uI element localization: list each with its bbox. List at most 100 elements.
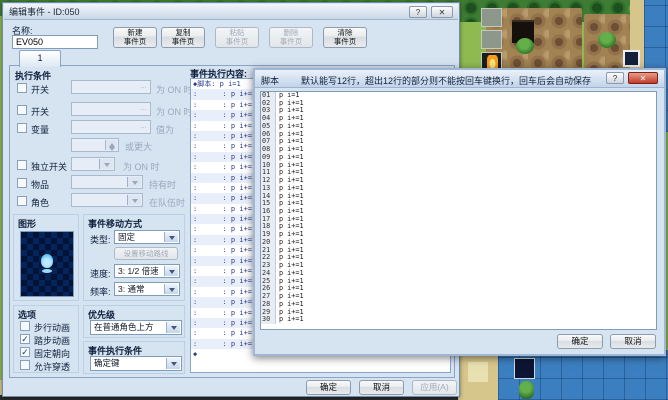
movement-speed-dropdown[interactable]: 3: 1/2 倍速 [114,264,180,278]
map-event-tile[interactable] [481,8,502,27]
variable-field[interactable]: ... [71,120,151,134]
script-line[interactable]: 11p i+=1 [261,169,656,177]
script-ok-button[interactable]: 确定 [557,334,603,349]
script-line[interactable]: 01p i=1 [261,92,656,100]
dialog-titlebar[interactable]: 编辑事件 - ID:050 [4,4,458,20]
actor-checkbox[interactable] [17,196,27,206]
script-line[interactable]: 22p i+=1 [261,254,656,262]
map-event-tile[interactable] [623,50,640,67]
script-cancel-button[interactable]: 取消 [610,334,656,349]
spinner-arrows-icon[interactable] [105,140,117,150]
help-button[interactable]: ? [409,6,427,18]
stepping-anim-checkbox[interactable]: ✓ [20,334,30,344]
switch2-checkbox[interactable] [17,105,27,115]
dialog-title: 编辑事件 - ID:050 [9,7,80,17]
direction-fix-checkbox[interactable]: ✓ [20,347,30,357]
script-line[interactable]: 15p i+=1 [261,200,656,208]
browse-icon[interactable]: ... [138,122,149,132]
tab-page-1[interactable]: 1 [19,50,61,67]
script-line[interactable]: 08p i+=1 [261,146,656,154]
item-label: 物品 [31,178,49,191]
script-line[interactable]: 26p i+=1 [261,285,656,293]
variable-value-spinner[interactable] [71,138,119,152]
script-line[interactable]: 29p i+=1 [261,309,656,317]
script-line[interactable]: 13p i+=1 [261,185,656,193]
script-line[interactable]: 20p i+=1 [261,239,656,247]
script-line[interactable]: 06p i+=1 [261,131,656,139]
copy-event-page-button[interactable]: 复制 事件页 [161,27,205,48]
script-line[interactable]: 03p i+=1 [261,107,656,115]
script-line[interactable]: 17p i+=1 [261,216,656,224]
sand-tile [468,362,488,382]
tree-icon [516,38,534,54]
script-line-text[interactable]: p i+=1 [276,316,304,324]
switch1-checkbox[interactable] [17,83,27,93]
ok-button[interactable]: 确定 [306,380,351,395]
graphic-group: 图形 [13,214,79,301]
browse-icon[interactable]: ... [138,104,149,114]
apply-button[interactable]: 应用(A) [412,380,457,395]
priority-group: 优先级 在普通角色上方 [83,305,185,338]
map-event-tile[interactable] [481,30,502,49]
new-event-page-button[interactable]: 新建 事件页 [113,27,157,48]
event-graphic-preview[interactable] [20,231,74,297]
help-button[interactable]: ? [606,72,624,84]
switch2-field[interactable]: ... [71,102,151,116]
switch1-field[interactable]: ... [71,80,151,94]
switch2-suffix: 为 ON 时 [156,105,193,118]
switch1-label: 开关 [31,83,49,96]
close-button[interactable]: ✕ [431,6,453,18]
self-switch-checkbox[interactable] [17,160,27,170]
script-dialog-titlebar[interactable]: 脚本 默认能写12行，超出12行的部分则不能按回车键换行，回车后会自动保存 [255,70,664,88]
trigger-dropdown[interactable]: 确定键 [90,356,182,371]
cancel-button[interactable]: 取消 [359,380,404,395]
script-line[interactable]: 30p i+=1 [261,316,656,324]
through-checkbox[interactable] [20,360,30,370]
check-icon: ✓ [21,347,29,357]
movement-type-dropdown[interactable]: 固定 [114,230,180,244]
delete-event-page-button[interactable]: 删除 事件页 [269,27,313,48]
walking-anim-checkbox[interactable] [20,321,30,331]
script-text-area[interactable]: 01p i=102p i+=103p i+=104p i+=105p i+=10… [260,91,657,330]
script-line[interactable]: 23p i+=1 [261,262,656,270]
close-icon: ✕ [640,74,647,83]
script-line[interactable]: 21p i+=1 [261,247,656,255]
clear-event-page-button[interactable]: 清除 事件页 [323,27,367,48]
movement-type-value: 固定 [118,232,135,242]
set-move-route-button[interactable]: 设置移动路线 [114,247,178,260]
item-dropdown[interactable] [71,175,143,189]
script-line[interactable]: 18p i+=1 [261,223,656,231]
script-line[interactable]: 04p i+=1 [261,115,656,123]
movement-freq-value: 3: 通常 [118,284,144,294]
script-line[interactable]: 16p i+=1 [261,208,656,216]
script-line[interactable]: 10p i+=1 [261,162,656,170]
chevron-down-icon [166,358,180,369]
variable-checkbox[interactable] [17,123,27,133]
script-line[interactable]: 28p i+=1 [261,301,656,309]
walking-anim-label: 步行动画 [34,321,70,334]
event-name-input[interactable] [12,35,98,49]
script-line[interactable]: 25p i+=1 [261,278,656,286]
chevron-down-icon [164,266,178,276]
script-line[interactable]: 02p i+=1 [261,100,656,108]
paste-event-page-button[interactable]: 粘贴 事件页 [215,27,259,48]
script-line[interactable]: 05p i+=1 [261,123,656,131]
script-line[interactable]: 12p i+=1 [261,177,656,185]
actor-dropdown[interactable] [71,193,143,207]
item-checkbox[interactable] [17,178,27,188]
script-line[interactable]: 27p i+=1 [261,293,656,301]
script-line[interactable]: 14p i+=1 [261,193,656,201]
movement-freq-dropdown[interactable]: 3: 通常 [114,282,180,296]
sprite-flame-icon [41,254,53,268]
script-line[interactable]: 09p i+=1 [261,154,656,162]
self-switch-dropdown[interactable] [71,157,115,171]
actor-label: 角色 [31,196,49,209]
priority-dropdown[interactable]: 在普通角色上方 [90,320,182,335]
map-event-tile[interactable] [514,358,535,379]
browse-icon[interactable]: ... [138,82,149,92]
script-line[interactable]: 07p i+=1 [261,138,656,146]
trigger-group: 事件执行条件 确定键 [83,341,185,374]
close-button[interactable]: ✕ [628,72,658,84]
script-line[interactable]: 19p i+=1 [261,231,656,239]
script-line[interactable]: 24p i+=1 [261,270,656,278]
